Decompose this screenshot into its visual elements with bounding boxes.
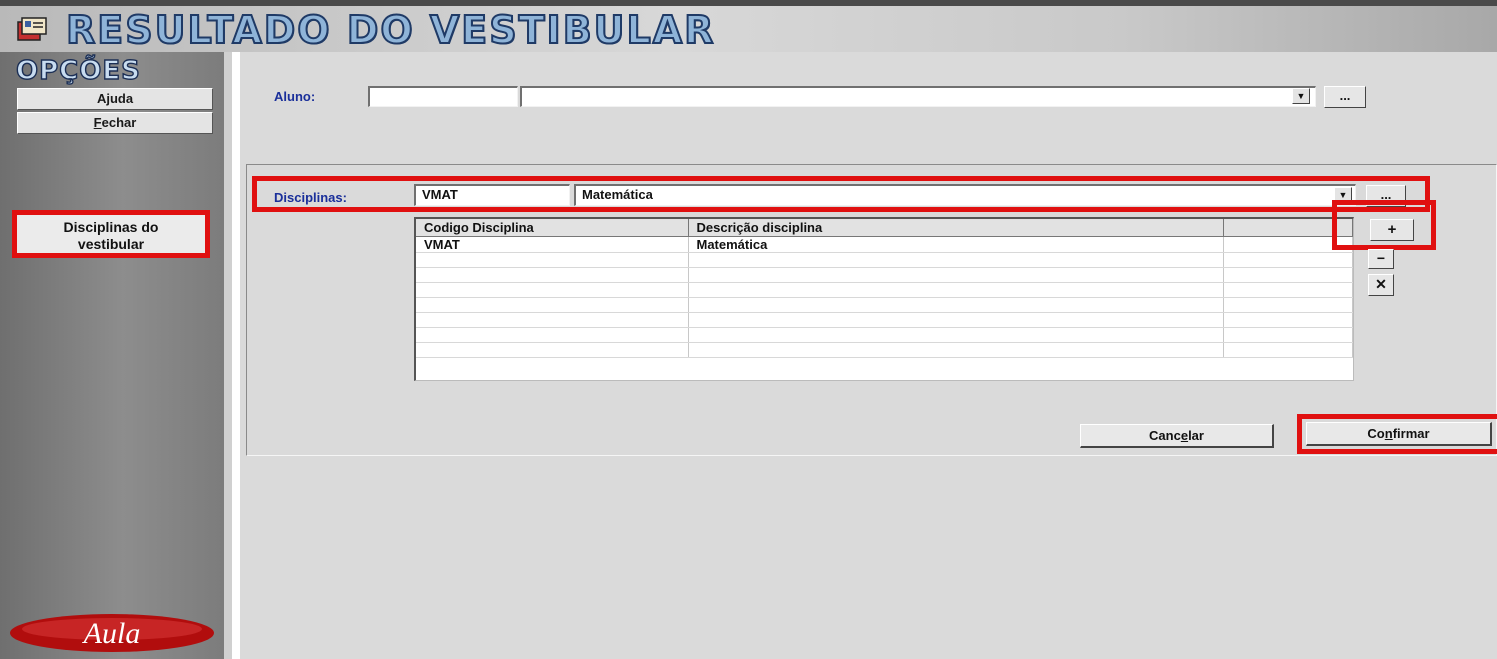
main-area: Aluno: ▼ ... Disciplinas: VMAT Matemátic…: [240, 52, 1497, 659]
confirm-accel: n: [1384, 426, 1393, 441]
cell-descricao: [688, 282, 1224, 298]
sidebar-item-disciplinas-vestibular[interactable]: Disciplinas do vestibular: [12, 210, 210, 258]
close-button[interactable]: Fechar: [17, 112, 213, 134]
disciplinas-grid[interactable]: Codigo Disciplina Descrição disciplina V…: [414, 217, 1354, 381]
cell-codigo: [416, 297, 689, 313]
window-title: RESULTADO DO VESTIBULAR: [65, 7, 716, 53]
cell-extra: [1223, 327, 1353, 343]
aluno-name-select[interactable]: [520, 86, 1316, 107]
cell-extra: [1223, 297, 1353, 313]
cancel-button[interactable]: Cancelar: [1080, 424, 1274, 448]
close-button-label: echar: [101, 115, 137, 130]
cell-codigo: [416, 252, 689, 268]
aluno-code-input[interactable]: [368, 86, 518, 107]
cell-extra: [1223, 267, 1353, 283]
sidebar: OPÇÕES Ajuda Fechar Disciplinas do vesti…: [0, 52, 232, 659]
grid-header-extra: [1223, 219, 1353, 237]
aula-logo: Aula: [10, 614, 214, 652]
disciplina-dropdown-arrow-icon[interactable]: ▼: [1334, 187, 1352, 203]
help-button-label: Ajuda: [96, 91, 134, 106]
disciplina-code-input[interactable]: VMAT: [414, 184, 570, 206]
cell-codigo: [416, 327, 689, 343]
cell-descricao: [688, 342, 1224, 358]
table-row[interactable]: [416, 267, 1353, 283]
close-accel: F: [93, 115, 102, 130]
cell-descricao: [688, 252, 1224, 268]
cell-extra: [1223, 282, 1353, 298]
logo-text: Aula: [82, 617, 141, 650]
cell-descricao: Matemática: [688, 236, 1224, 253]
cell-extra: [1223, 252, 1353, 268]
cell-descricao: [688, 297, 1224, 313]
clear-grid-button[interactable]: ✕: [1368, 274, 1394, 296]
table-row[interactable]: VMAT Matemática: [416, 236, 1353, 253]
grid-header-row: Codigo Disciplina Descrição disciplina: [416, 219, 1353, 237]
cell-codigo: VMAT: [416, 236, 689, 253]
table-row[interactable]: [416, 297, 1353, 313]
module-label-line1: Disciplinas do: [63, 219, 159, 235]
cancel-accel: e: [1180, 428, 1189, 443]
module-label-line2: vestibular: [77, 236, 145, 252]
cell-codigo: [416, 342, 689, 358]
disciplinas-label: Disciplinas:: [274, 190, 347, 205]
table-row[interactable]: [416, 342, 1353, 358]
confirm-label-pre: Co: [1367, 426, 1385, 441]
help-button[interactable]: Ajuda: [17, 88, 213, 110]
add-row-button[interactable]: +: [1370, 219, 1414, 241]
cancel-label-post: lar: [1188, 428, 1204, 443]
disciplina-name-select[interactable]: Matemática: [574, 184, 1356, 206]
disciplina-lookup-button[interactable]: ...: [1366, 185, 1406, 207]
cell-extra: [1223, 236, 1353, 253]
cell-descricao: [688, 312, 1224, 328]
sidebar-heading: OPÇÕES: [15, 55, 141, 86]
table-row[interactable]: [416, 282, 1353, 298]
grid-header-descricao: Descrição disciplina: [688, 219, 1224, 237]
cancel-label-pre: Canc: [1149, 428, 1181, 443]
cell-codigo: [416, 312, 689, 328]
aluno-dropdown-arrow-icon[interactable]: ▼: [1292, 88, 1310, 104]
table-row[interactable]: [416, 252, 1353, 268]
table-row[interactable]: [416, 327, 1353, 343]
confirm-label-post: firmar: [1392, 426, 1430, 441]
aluno-lookup-button[interactable]: ...: [1324, 86, 1366, 108]
app-icon: [17, 17, 47, 41]
table-row[interactable]: [416, 312, 1353, 328]
grid-header-codigo: Codigo Disciplina: [416, 219, 689, 237]
title-bar: RESULTADO DO VESTIBULAR: [0, 0, 1497, 53]
confirm-button[interactable]: Confirmar: [1306, 422, 1492, 446]
cell-descricao: [688, 327, 1224, 343]
remove-row-button[interactable]: −: [1368, 249, 1394, 269]
cell-extra: [1223, 312, 1353, 328]
cell-descricao: [688, 267, 1224, 283]
cell-extra: [1223, 342, 1353, 358]
cell-codigo: [416, 267, 689, 283]
cell-codigo: [416, 282, 689, 298]
aluno-label: Aluno:: [274, 89, 316, 104]
